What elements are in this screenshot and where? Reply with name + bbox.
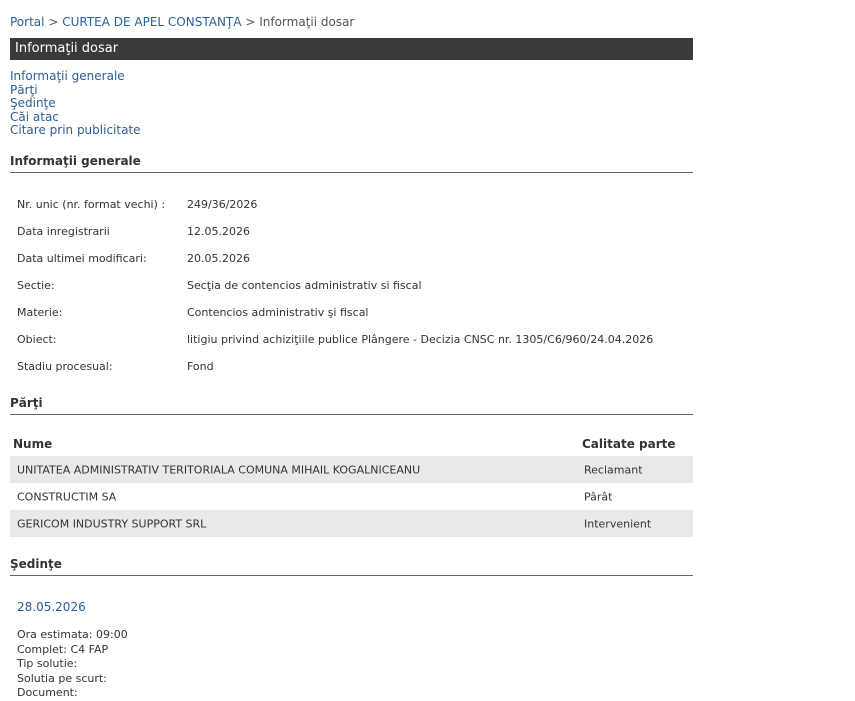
parties-table-header: Nume Calitate parte	[10, 432, 693, 456]
info-value: Contencios administrativ şi fiscal	[187, 306, 369, 319]
nav-link-hearings[interactable]: Şedinţe	[10, 96, 141, 111]
party-role: Reclamant	[584, 463, 643, 476]
nav-link-public-summons[interactable]: Citare prin publicitate	[10, 123, 141, 138]
breadcrumb-separator: >	[48, 15, 59, 29]
info-value: Fond	[187, 360, 214, 373]
column-header-name: Nume	[13, 437, 53, 451]
info-label: Materie:	[17, 306, 63, 319]
breadcrumb-portal-link[interactable]: Portal	[10, 15, 44, 29]
info-label: Nr. unic (nr. format vechi) :	[17, 198, 166, 211]
nav-link-general-info[interactable]: Informaţii generale	[10, 69, 141, 84]
party-role: Pârât	[584, 490, 613, 503]
section-nav: Informaţii generale Părţi Şedinţe Căi at…	[10, 69, 141, 138]
parties-heading: Părţi	[10, 396, 693, 415]
nav-link-appeals[interactable]: Căi atac	[10, 110, 141, 125]
party-name: UNITATEA ADMINISTRATIV TERITORIALA COMUN…	[17, 463, 421, 476]
breadcrumb: Portal > CURTEA DE APEL CONSTANŢA > Info…	[10, 15, 354, 29]
info-label: Data ultimei modificari:	[17, 252, 147, 265]
info-row-last-modified: Data ultimei modificari: 20.05.2026	[17, 252, 250, 265]
column-header-role: Calitate parte	[582, 437, 676, 451]
hearing-document: Document:	[17, 686, 78, 699]
breadcrumb-current: Informaţii dosar	[259, 15, 355, 29]
party-role: Intervenient	[584, 517, 652, 530]
nav-link-parties[interactable]: Părţi	[10, 83, 141, 98]
info-row-section: Sectie: Secţia de contencios administrati…	[17, 279, 422, 292]
page-title: Informaţii dosar	[15, 41, 119, 56]
hearing-solution-type: Tip solutie:	[17, 657, 78, 670]
table-row: GERICOM INDUSTRY SUPPORT SRL Intervenien…	[10, 510, 693, 537]
info-row-matter: Materie: Contencios administrativ şi fisc…	[17, 306, 369, 319]
hearing-panel: Complet: C4 FAP	[17, 642, 109, 656]
party-name: CONSTRUCTIM SA	[17, 490, 117, 503]
info-label: Stadiu procesual:	[17, 360, 113, 373]
table-row: UNITATEA ADMINISTRATIV TERITORIALA COMUN…	[10, 456, 693, 483]
info-row-case-number: Nr. unic (nr. format vechi) : 249/36/2026	[17, 198, 257, 211]
info-value: litigiu privind achiziţiile publice Plân…	[187, 333, 654, 346]
page-title-bar: Informaţii dosar	[10, 38, 693, 60]
info-value: 12.05.2026	[187, 225, 250, 238]
hearing-short-solution: Solutia pe scurt:	[17, 671, 107, 685]
info-value: 20.05.2026	[187, 252, 250, 265]
hearing-date: 28.05.2026	[17, 600, 86, 614]
info-label: Sectie:	[17, 279, 55, 292]
breadcrumb-separator: >	[245, 15, 256, 29]
hearing-estimated-time: Ora estimata: 09:00	[17, 628, 128, 641]
info-row-object: Obiect: litigiu privind achiziţiile publi…	[17, 333, 653, 346]
info-row-registration-date: Data inregistrarii 12.05.2026	[17, 225, 250, 238]
info-value: Secţia de contencios administrativ si fi…	[187, 279, 422, 292]
info-label: Data inregistrarii	[17, 225, 110, 238]
parties-table: Nume Calitate parte UNITATEA ADMINISTRAT…	[10, 432, 693, 537]
breadcrumb-court-link[interactable]: CURTEA DE APEL CONSTANŢA	[62, 15, 241, 29]
info-row-procedural-stage: Stadiu procesual: Fond	[17, 360, 214, 373]
hearing-details: Ora estimata: 09:00 Complet: C4 FAP Tip …	[17, 628, 128, 701]
table-row: CONSTRUCTIM SA Pârât	[10, 483, 693, 510]
info-label: Obiect:	[17, 333, 57, 346]
info-value: 249/36/2026	[187, 198, 258, 211]
hearings-heading: Şedinţe	[10, 557, 693, 576]
general-info-heading: Informaţii generale	[10, 154, 693, 173]
party-name: GERICOM INDUSTRY SUPPORT SRL	[17, 517, 207, 530]
